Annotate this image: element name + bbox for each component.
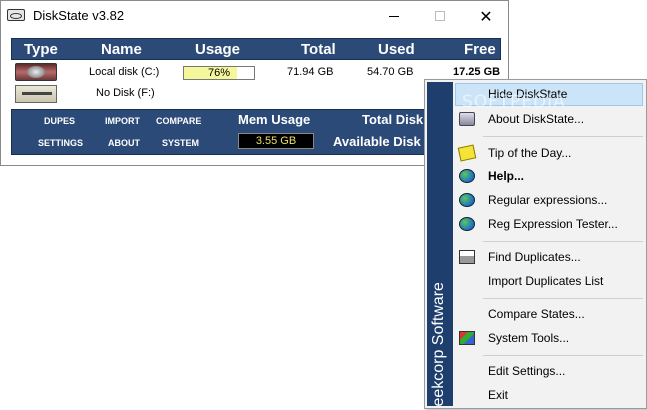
menu-item-system-tools[interactable]: System Tools... bbox=[455, 327, 643, 350]
menu-item-regular-expressions[interactable]: Regular expressions... bbox=[455, 189, 643, 212]
menu-separator bbox=[483, 136, 643, 137]
column-header-usage[interactable]: Usage bbox=[195, 41, 240, 58]
about-button[interactable]: ABOUT bbox=[108, 138, 140, 148]
softpedia-watermark: SOFTPEDIA bbox=[462, 92, 566, 112]
menu-separator bbox=[483, 298, 643, 299]
menu-item-exit[interactable]: Exit bbox=[455, 384, 643, 407]
column-header-used[interactable]: Used bbox=[378, 41, 415, 58]
menu-item-compare-states[interactable]: Compare States... bbox=[455, 303, 643, 326]
tip-icon bbox=[457, 144, 477, 162]
menu-item-tip-of-the-day[interactable]: Tip of the Day... bbox=[455, 142, 643, 165]
menu-item-help[interactable]: Help... bbox=[455, 165, 643, 188]
minimize-icon bbox=[389, 15, 399, 17]
menu-separator bbox=[483, 241, 643, 242]
close-icon: ✕ bbox=[479, 6, 493, 26]
usage-percent: 76% bbox=[207, 67, 231, 79]
diskstate-app-icon bbox=[7, 9, 25, 21]
available-disk-label: Available Disk bbox=[333, 134, 421, 149]
globe-icon bbox=[459, 217, 475, 231]
menu-item-label: System Tools... bbox=[488, 331, 570, 345]
hard-disk-icon bbox=[15, 63, 57, 81]
drive-total: 71.94 GB bbox=[287, 66, 334, 78]
table-header: Type Name Usage Total Used Free bbox=[11, 38, 501, 60]
drive-used: 54.70 GB bbox=[367, 66, 414, 78]
column-header-total[interactable]: Total bbox=[301, 41, 336, 58]
drive-free: 17.25 GB bbox=[453, 66, 501, 78]
menu-item-label: Regular expressions... bbox=[488, 193, 608, 207]
geekcorp-banner: Geekcorp Software bbox=[427, 82, 453, 406]
menu-item-reg-expression-tester[interactable]: Reg Expression Tester... bbox=[455, 213, 643, 236]
window-title: DiskState v3.82 bbox=[33, 8, 125, 23]
dupes-button[interactable]: DUPES bbox=[44, 116, 75, 126]
menu-separator bbox=[483, 355, 643, 356]
menu-item-edit-settings[interactable]: Edit Settings... bbox=[455, 360, 643, 383]
minimize-button[interactable] bbox=[371, 1, 417, 31]
settings-button[interactable]: SETTINGS bbox=[38, 138, 83, 148]
compare-button[interactable]: COMPARE bbox=[156, 116, 201, 126]
context-menu: Geekcorp Software Hide DiskState About D… bbox=[424, 79, 647, 409]
about-icon bbox=[459, 112, 475, 126]
menu-item-label: Edit Settings... bbox=[488, 364, 566, 378]
help-globe-icon bbox=[459, 169, 475, 183]
mem-usage-value: 3.55 GB bbox=[238, 133, 314, 149]
usage-bar: 76% bbox=[183, 66, 255, 80]
globe-icon bbox=[459, 193, 475, 207]
banner-text: Geekcorp Software bbox=[430, 282, 447, 406]
drive-name: Local disk (C:) bbox=[89, 66, 160, 78]
menu-item-label: Help... bbox=[488, 169, 525, 183]
system-button[interactable]: SYSTEM bbox=[162, 138, 199, 148]
close-button[interactable]: ✕ bbox=[463, 1, 509, 31]
menu-item-label: Import Duplicates List bbox=[488, 274, 604, 288]
printer-icon bbox=[459, 250, 475, 264]
drive-name: No Disk (F:) bbox=[96, 87, 155, 99]
menu-item-label: Reg Expression Tester... bbox=[488, 217, 618, 231]
maximize-button[interactable] bbox=[417, 1, 463, 31]
maximize-icon bbox=[435, 11, 445, 21]
total-disk-label: Total Disk bbox=[362, 112, 424, 127]
menu-item-label: Exit bbox=[488, 388, 509, 402]
import-button[interactable]: IMPORT bbox=[105, 116, 140, 126]
column-header-free[interactable]: Free bbox=[464, 41, 496, 58]
menu-item-label: Tip of the Day... bbox=[488, 146, 572, 160]
column-header-name[interactable]: Name bbox=[101, 41, 142, 58]
menu-item-label: Find Duplicates... bbox=[488, 250, 581, 264]
floppy-disk-icon bbox=[15, 85, 57, 103]
menu-item-label: Compare States... bbox=[488, 307, 585, 321]
mem-usage-label: Mem Usage bbox=[238, 112, 311, 127]
title-bar[interactable]: DiskState v3.82 ✕ bbox=[1, 1, 508, 31]
menu-item-import-duplicates-list[interactable]: Import Duplicates List bbox=[455, 270, 643, 293]
column-header-type[interactable]: Type bbox=[24, 41, 58, 58]
tools-icon bbox=[459, 331, 475, 345]
menu-item-find-duplicates[interactable]: Find Duplicates... bbox=[455, 246, 643, 269]
